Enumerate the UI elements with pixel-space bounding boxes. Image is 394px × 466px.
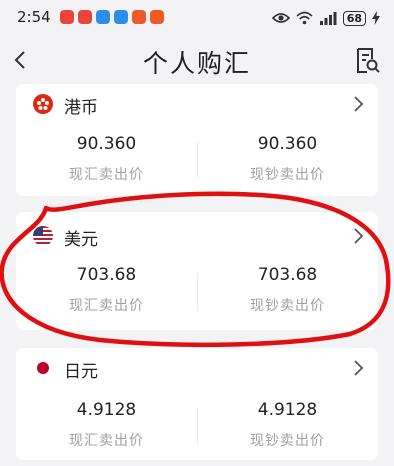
app-notification-icon <box>150 10 164 24</box>
hong-kong-flag-icon <box>33 94 53 114</box>
rate-label: 现钞卖出价 <box>250 433 325 449</box>
status-time: 2:54 <box>17 8 51 26</box>
chevron-right-icon <box>354 360 364 376</box>
cash-sell-rate: 4.9128 现汇卖出价 <box>16 400 197 450</box>
app-notification-icon <box>96 10 110 24</box>
cash-sell-rate: 703.68 现汇卖出价 <box>16 265 197 315</box>
app-notification-icon <box>114 10 128 24</box>
currency-name: 美元 <box>64 230 98 250</box>
currency-card-hkd[interactable]: 港币 90.360 现汇卖出价 90.360 现钞卖出价 <box>16 84 378 196</box>
cash-sell-rate: 90.360 现汇卖出价 <box>16 134 197 184</box>
battery-level: 68 <box>342 10 366 26</box>
app-notification-icon <box>60 10 74 24</box>
rate-label: 现汇卖出价 <box>69 433 144 449</box>
eye-icon <box>271 13 290 23</box>
japan-flag-icon <box>33 358 53 378</box>
rate-value: 703.68 <box>76 265 137 285</box>
rate-value: 90.360 <box>257 134 318 154</box>
card-header[interactable]: 美元 <box>16 216 378 256</box>
currency-name: 日元 <box>64 362 98 382</box>
wifi-icon <box>296 11 313 25</box>
status-bar: 2:54 68 <box>0 0 394 36</box>
chevron-right-icon <box>354 228 364 244</box>
note-sell-rate: 4.9128 现钞卖出价 <box>197 400 378 450</box>
page-title: 个人购汇 <box>142 49 251 78</box>
rate-label: 现汇卖出价 <box>69 298 144 314</box>
note-sell-rate: 703.68 现钞卖出价 <box>197 265 378 315</box>
currency-card-usd[interactable]: 美元 703.68 现汇卖出价 703.68 现钞卖出价 <box>16 212 378 330</box>
signal-icon <box>319 12 337 25</box>
rate-label: 现钞卖出价 <box>250 298 325 314</box>
document-search-icon <box>357 48 380 73</box>
rate-value: 703.68 <box>257 265 318 285</box>
chevron-right-icon <box>354 96 364 112</box>
rate-value: 4.9128 <box>76 400 137 420</box>
card-header[interactable]: 港币 <box>16 84 378 124</box>
transaction-record-button[interactable] <box>352 46 382 76</box>
app-notification-icon <box>132 10 146 24</box>
charging-icon <box>372 11 380 25</box>
note-sell-rate: 90.360 现钞卖出价 <box>197 134 378 184</box>
currency-card-jpy[interactable]: 日元 4.9128 现汇卖出价 4.9128 现钞卖出价 <box>16 348 378 460</box>
nav-bar: 个人购汇 <box>0 36 394 86</box>
card-header[interactable]: 日元 <box>16 348 378 388</box>
rate-label: 现汇卖出价 <box>69 167 144 183</box>
rate-value: 4.9128 <box>257 400 318 420</box>
rate-value: 90.360 <box>76 134 137 154</box>
rate-label: 现钞卖出价 <box>250 167 325 183</box>
status-indicators: 68 <box>271 9 380 27</box>
currency-name: 港币 <box>64 98 98 118</box>
app-notification-icon <box>78 10 92 24</box>
us-flag-icon <box>33 226 53 246</box>
